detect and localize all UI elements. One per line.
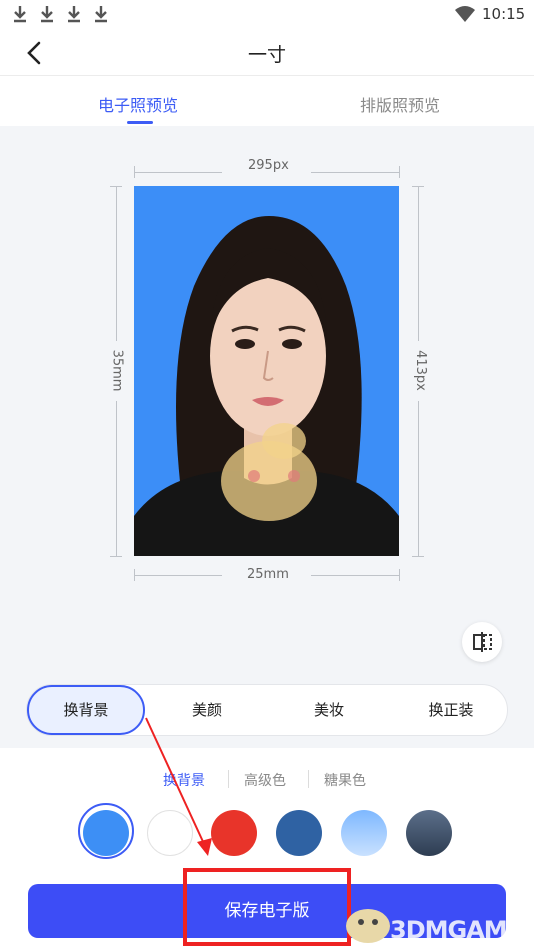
page-title: 一寸 [247, 44, 286, 66]
swatch-slate-gradient[interactable] [406, 810, 452, 856]
portrait-image [134, 216, 399, 556]
swatch-red[interactable] [211, 810, 257, 856]
dimension-line [311, 575, 399, 576]
swatch-light-blue-gradient[interactable] [341, 810, 387, 856]
dimension-line [134, 575, 222, 576]
dimension-line [116, 401, 117, 556]
dimension-line [134, 172, 222, 173]
segment-formal-wear[interactable]: 换正装 [411, 685, 491, 735]
tab-electronic-preview[interactable]: 电子照预览 [98, 92, 178, 116]
subtab-candy-color[interactable]: 糖果色 [324, 770, 366, 790]
dimension-tick [412, 556, 424, 557]
compare-icon [473, 632, 492, 652]
width-mm-label: 25mm [247, 567, 289, 582]
download-icon [14, 6, 26, 23]
download-icon [95, 6, 107, 23]
active-tab-indicator [127, 121, 153, 124]
subtab-change-background[interactable]: 换背景 [163, 770, 205, 790]
segment-beauty[interactable]: 美颜 [167, 685, 247, 735]
divider [228, 770, 229, 788]
wifi-icon [455, 6, 475, 22]
watermark-text: 3DMGAME [390, 916, 523, 944]
status-time: 10:15 [482, 5, 526, 23]
id-photo [134, 186, 399, 556]
download-icon [41, 6, 53, 23]
header: 一寸 [0, 30, 534, 76]
segment-makeup[interactable]: 美妆 [289, 685, 369, 735]
swatch-dark-blue[interactable] [276, 810, 322, 856]
dimension-tick [399, 569, 400, 581]
swatch-white[interactable] [147, 810, 193, 856]
height-px-label: 413px [412, 350, 428, 391]
preview-tabs: 电子照预览 排版照预览 [0, 76, 534, 126]
mascot-watermark-icon [346, 909, 390, 943]
dimension-line [418, 401, 419, 556]
height-mm-label: 35mm [109, 349, 125, 392]
compare-button[interactable] [462, 622, 502, 662]
dimension-tick [399, 166, 400, 178]
dimension-tick [110, 556, 122, 557]
swatch-blue[interactable] [83, 810, 129, 856]
dimension-line [418, 186, 419, 341]
width-px-label: 295px [248, 158, 289, 173]
photo-preview-area: 295px 35mm 413px 25mm [0, 126, 534, 748]
edit-mode-segment: 换背景 美颜 美妆 换正装 [26, 684, 508, 736]
subtab-advanced-color[interactable]: 高级色 [244, 770, 286, 790]
dimension-line [311, 172, 399, 173]
status-bar: 10:15 [0, 0, 534, 30]
divider [308, 770, 309, 788]
segment-change-background[interactable]: 换背景 [27, 685, 145, 735]
download-icon [68, 6, 80, 23]
dimension-line [116, 186, 117, 341]
tab-layout-preview[interactable]: 排版照预览 [360, 92, 440, 116]
